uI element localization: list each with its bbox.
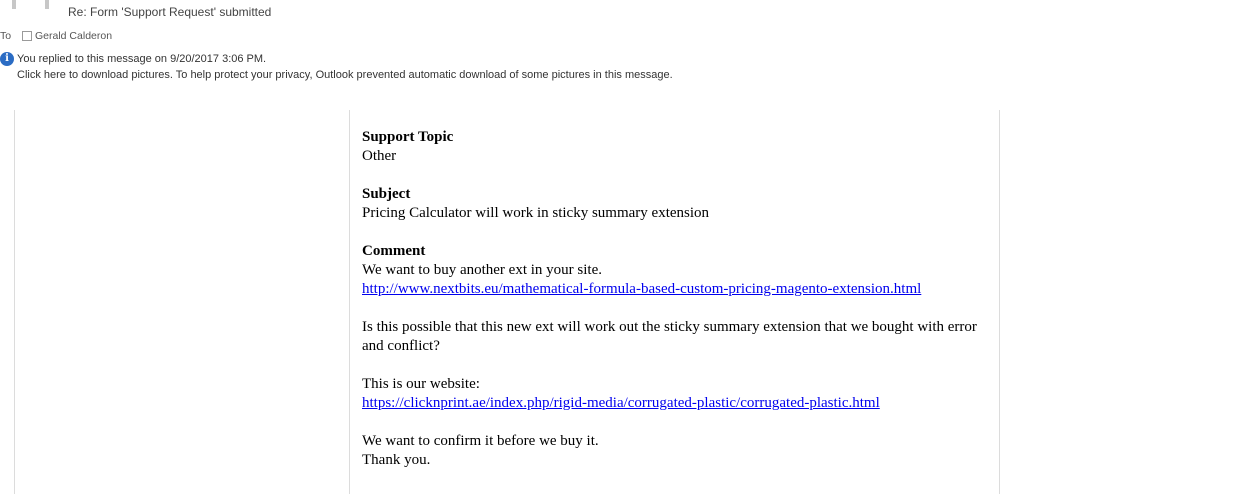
comment-line: We want to confirm it before we buy it.: [362, 433, 599, 449]
presence-status-icon: [22, 31, 32, 41]
comment-line: We want to buy another ext in your site.: [362, 262, 602, 278]
product-link[interactable]: http://www.nextbits.eu/mathematical-form…: [362, 281, 921, 297]
subject-label: Subject: [362, 186, 411, 202]
comment-signoff: Thank you.: [362, 452, 431, 468]
recipient-name[interactable]: Gerald Calderon: [35, 30, 112, 42]
download-pictures-notice[interactable]: Click here to download pictures. To help…: [17, 67, 673, 83]
website-link[interactable]: https://clicknprint.ae/index.php/rigid-m…: [362, 395, 880, 411]
sender-avatar: [0, 0, 50, 10]
info-icon: i: [0, 52, 14, 66]
comment-paragraph: Is this possible that this new ext will …: [362, 319, 977, 354]
email-subject: Re: Form 'Support Request' submitted: [68, 5, 272, 19]
message-body-column: Support Topic Other Subject Pricing Calc…: [349, 110, 1000, 494]
comment-line: This is our website:: [362, 376, 480, 392]
message-frame-left-border: [14, 110, 15, 494]
support-topic-value: Other: [362, 148, 397, 164]
replied-notice[interactable]: You replied to this message on 9/20/2017…: [17, 51, 673, 67]
to-label: To: [0, 30, 12, 42]
support-topic-label: Support Topic: [362, 129, 454, 145]
comment-label: Comment: [362, 243, 426, 259]
message-body: Support Topic Other Subject Pricing Calc…: [362, 128, 992, 470]
recipient-row: To Gerald Calderon: [0, 29, 112, 43]
subject-value: Pricing Calculator will work in sticky s…: [362, 205, 710, 221]
